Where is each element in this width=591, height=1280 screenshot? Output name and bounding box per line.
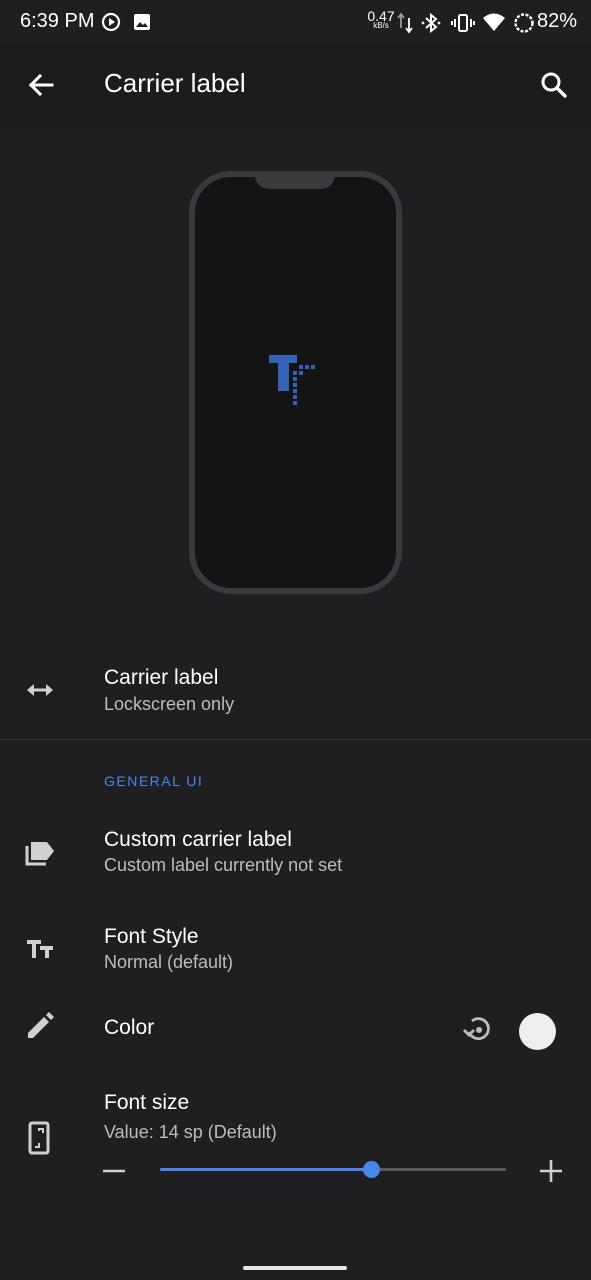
swap-horizontal-icon — [24, 674, 56, 706]
slider-fill — [160, 1168, 372, 1171]
lockscreen-preview — [189, 171, 402, 594]
status-bar: 6:39 PM 0.47 kB/s 82% — [0, 0, 591, 44]
minus-icon[interactable] — [100, 1157, 128, 1185]
app-bar: Carrier label — [0, 44, 591, 126]
custom-carrier-label-item[interactable]: Custom carrier label Custom label curren… — [0, 812, 591, 898]
image-icon — [132, 12, 152, 37]
updown-arrows-icon — [397, 12, 413, 39]
font-style-summary: Normal (default) — [104, 952, 234, 972]
search-icon[interactable] — [537, 68, 571, 102]
carrier-label-title: Carrier label — [104, 666, 219, 689]
battery-percentage: 82% — [536, 10, 577, 32]
label-icon — [24, 836, 56, 868]
phone-resize-icon — [24, 1121, 56, 1155]
wifi-icon — [482, 12, 506, 37]
custom-carrier-label-title: Custom carrier label — [104, 828, 292, 851]
carrier-label-item[interactable]: Carrier label Lockscreen only — [0, 650, 591, 734]
tt-logo-icon — [267, 353, 323, 409]
plus-icon[interactable] — [536, 1156, 566, 1186]
font-size-title: Font size — [104, 1091, 190, 1114]
vibrate-icon — [451, 12, 475, 39]
color-swatch[interactable] — [519, 1013, 556, 1050]
text-fields-icon — [24, 932, 56, 964]
navigation-handle[interactable] — [243, 1266, 347, 1270]
font-size-slider[interactable] — [160, 1161, 506, 1178]
font-size-summary: Value: 14 sp (Default) — [104, 1122, 277, 1142]
phone-notch — [255, 171, 335, 189]
font-size-item: Font size Value: 14 sp (Default) — [0, 1082, 591, 1202]
carrier-label-summary: Lockscreen only — [104, 694, 235, 714]
color-item[interactable]: Color — [0, 1000, 591, 1060]
section-header-general-ui: GENERAL UI — [104, 773, 204, 789]
font-style-item[interactable]: Font Style Normal (default) — [0, 910, 591, 996]
media-play-icon — [101, 12, 121, 37]
arrow-back-icon[interactable] — [24, 68, 58, 102]
page-title: Carrier label — [104, 68, 246, 98]
font-style-title: Font Style — [104, 925, 199, 948]
network-speed: 0.47 kB/s — [366, 8, 396, 31]
custom-carrier-label-summary: Custom label currently not set — [104, 855, 343, 875]
battery-saver-icon — [513, 12, 535, 39]
status-time: 6:39 PM — [20, 10, 95, 32]
slider-thumb[interactable] — [363, 1161, 381, 1178]
divider — [0, 739, 591, 740]
pencil-icon — [24, 1010, 56, 1042]
bluetooth-icon — [420, 12, 442, 39]
network-speed-value: 0.47 — [367, 8, 395, 24]
restore-icon[interactable] — [460, 1012, 496, 1048]
color-title: Color — [104, 1016, 155, 1039]
